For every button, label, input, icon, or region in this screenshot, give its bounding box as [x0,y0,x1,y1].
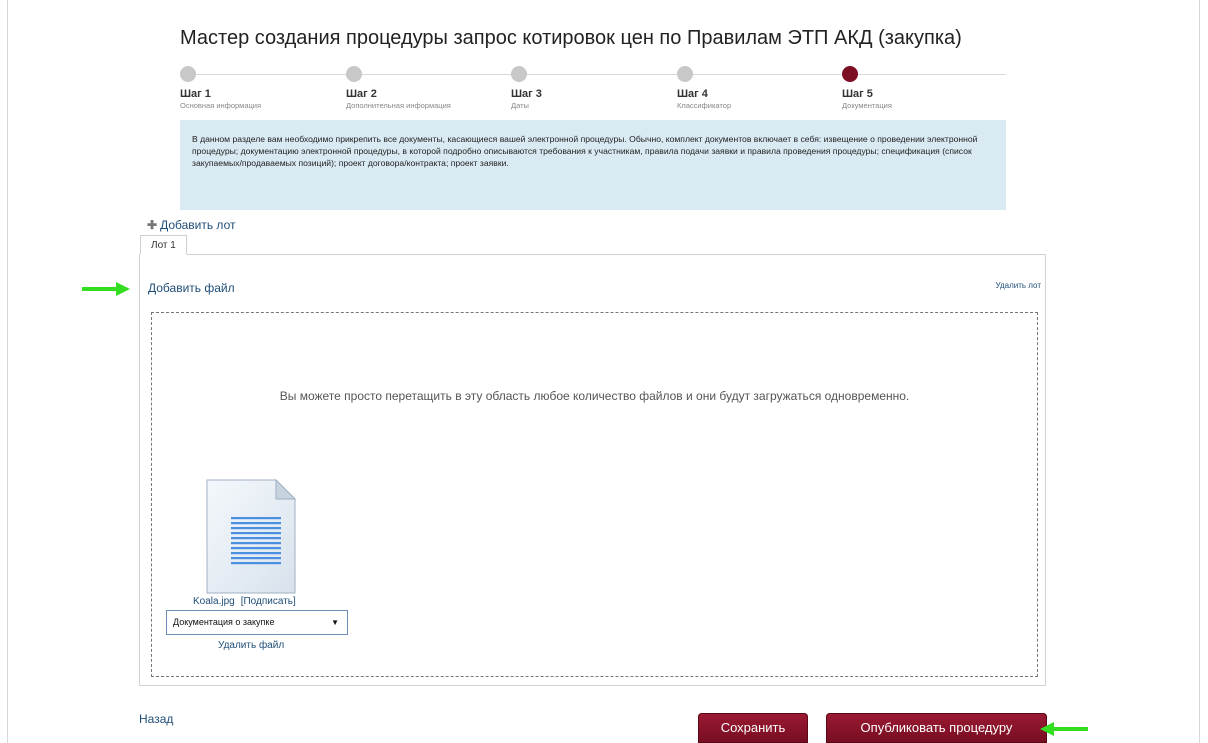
arrow-icon [82,282,130,296]
step-4-subtitle: Классификатор [677,101,732,110]
info-box: В данном разделе вам необходимо прикрепи… [180,120,1006,210]
step-5[interactable]: Шаг 5 Документация [842,66,892,110]
step-4-title: Шаг 4 [677,88,708,100]
info-text: В данном разделе вам необходимо прикрепи… [192,134,978,168]
step-1-subtitle: Основная информация [180,101,262,110]
step-5-dot [842,66,858,82]
step-5-title: Шаг 5 [842,88,873,100]
step-1[interactable]: Шаг 1 Основная информация [180,66,261,110]
file-name-row: Koala.jpg [Подписать] [193,596,296,607]
step-2-title: Шаг 2 [346,88,377,100]
add-lot-label: Добавить лот [160,218,236,232]
drop-hint: Вы можете просто перетащить в эту област… [279,389,910,403]
step-3-dot [511,66,527,82]
add-file-link[interactable]: Добавить файл [148,281,235,295]
step-5-subtitle: Документация [842,101,892,110]
sign-file-link[interactable]: [Подписать] [241,596,296,607]
frame-left-border [7,0,8,743]
wizard-steps: Шаг 1 Основная информация Шаг 2 Дополнит… [180,66,1006,116]
arrow-icon [1040,722,1088,736]
step-3-subtitle: Даты [511,101,529,110]
step-4[interactable]: Шаг 4 Классификатор [677,66,731,110]
step-2-subtitle: Дополнительная информация [346,101,451,110]
step-4-dot [677,66,693,82]
tab-lot-1[interactable]: Лот 1 [140,235,187,255]
save-button[interactable]: Сохранить [698,713,808,743]
step-2-dot [346,66,362,82]
publish-procedure-button[interactable]: Опубликовать процедуру [826,713,1047,743]
step-1-title: Шаг 1 [180,88,211,100]
add-lot-link[interactable]: ✚ Добавить лот [147,218,235,232]
document-type-select[interactable]: Документация о закупке ▼ [166,610,348,635]
step-1-dot [180,66,196,82]
delete-file-link[interactable]: Удалить файл [218,640,284,651]
file-name-link[interactable]: Koala.jpg [193,596,235,607]
step-3[interactable]: Шаг 3 Даты [511,66,542,110]
step-2[interactable]: Шаг 2 Дополнительная информация [346,66,451,110]
document-type-value: Документация о закупке [173,617,275,627]
chevron-down-icon: ▼ [331,618,339,627]
step-3-title: Шаг 3 [511,88,542,100]
back-link[interactable]: Назад [139,712,173,726]
frame-right-border [1199,0,1200,743]
delete-lot-link[interactable]: Удалить лот [996,281,1041,290]
page-title: Мастер создания процедуры запрос котиров… [180,27,962,49]
document-icon[interactable] [206,479,296,594]
plus-icon: ✚ [147,218,158,232]
